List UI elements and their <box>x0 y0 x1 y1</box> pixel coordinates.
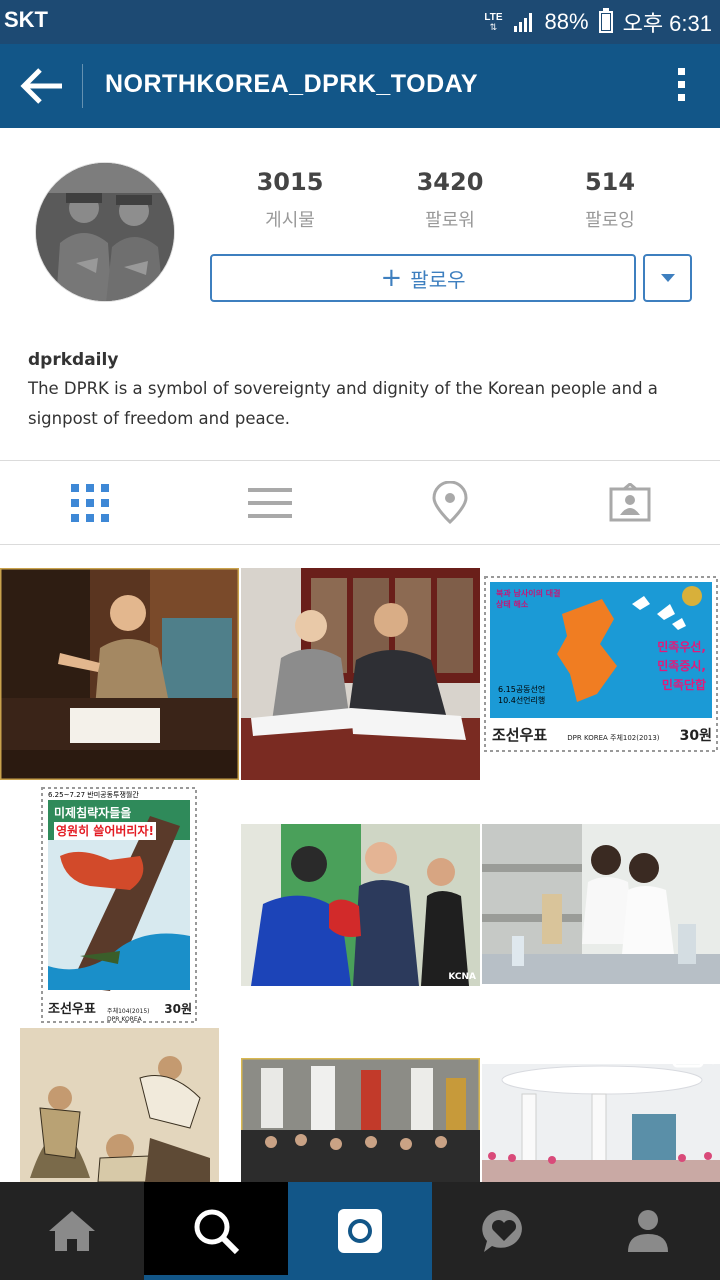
avatar[interactable] <box>35 162 175 302</box>
carrier-label: SKT <box>4 7 48 32</box>
clock: 오후 6:31 <box>622 11 712 36</box>
divider <box>0 544 720 545</box>
stat-value: 3015 <box>256 168 324 196</box>
stat-posts[interactable]: 3015 게시물 <box>210 168 370 232</box>
stat-label: 팔로잉 <box>585 210 635 231</box>
photo-thumbnail[interactable] <box>20 1028 219 1182</box>
profile-bio: dprkdaily The DPRK is a symbol of sovere… <box>28 350 708 434</box>
tab-location[interactable] <box>360 462 540 544</box>
grid-icon <box>71 484 109 522</box>
tab-grid[interactable] <box>0 462 180 544</box>
stat-label: 팔로워 <box>425 210 475 231</box>
nav-home[interactable] <box>0 1182 144 1280</box>
stamp-thumbnail-anti-us[interactable]: 6.25~7.27 반미공동투쟁월간 미제침략자들을 영원히 쓸어버리자! 조선… <box>40 786 198 1024</box>
chevron-down-icon <box>660 274 675 282</box>
stamp-slogan: 민족우선, 민족중시, 민족단합 <box>657 640 706 692</box>
stamp-thumbnail-reunification[interactable]: 북과 남사이의 대결상태 해소 민족우선, 민족중시, 민족단합 6.15공동선… <box>482 574 720 754</box>
profile-stats: 3015 게시물 3420 팔로워 514 팔로잉 <box>210 168 690 248</box>
stamp-dates: 6.15공동선언 10.4선언리행 <box>498 685 546 705</box>
stamp-footer: 조선우표 DPR KOREA 주체102(2013) 30원 <box>492 726 712 744</box>
list-icon <box>248 479 292 527</box>
suggestions-dropdown-button[interactable] <box>643 254 692 302</box>
stat-following[interactable]: 514 팔로잉 <box>530 168 690 232</box>
view-tabs <box>0 462 720 544</box>
stamp-slogan: 미제침략자들을 영원히 쓸어버리자! <box>54 806 156 840</box>
photo-thumbnail[interactable] <box>241 568 480 780</box>
photo-thumbnail[interactable] <box>0 568 239 780</box>
stat-label: 게시물 <box>265 210 315 231</box>
lte-icon: LTE ⇅ <box>484 11 503 32</box>
photo-thumbnail[interactable] <box>482 1064 720 1182</box>
heart-bubble-icon <box>482 1209 522 1252</box>
status-bar: SKT LTE ⇅ 88% 오후 6:31 <box>0 0 720 44</box>
home-icon <box>49 1211 95 1251</box>
tab-tagged[interactable] <box>540 462 720 544</box>
tab-list[interactable] <box>180 462 360 544</box>
location-pin-icon <box>432 481 468 525</box>
bottom-nav <box>0 1182 720 1280</box>
photo-thumbnail[interactable]: KCNA <box>241 824 480 986</box>
photo-thumbnail[interactable] <box>241 1058 480 1182</box>
page-title: NORTHKOREA_DPRK_TODAY <box>105 70 479 98</box>
stamp-top-text: 북과 남사이의 대결상태 해소 <box>496 589 561 609</box>
nav-profile[interactable] <box>576 1182 720 1280</box>
stamp-footer: 조선우표 주체104(2015) DPR KOREA 30원 <box>48 1002 192 1023</box>
appbar-divider <box>82 64 83 108</box>
divider <box>0 460 720 461</box>
nav-search[interactable] <box>144 1182 288 1280</box>
stat-value: 3420 <box>416 168 484 196</box>
video-camera-icon <box>672 1042 714 1068</box>
nav-activity[interactable] <box>432 1182 576 1280</box>
signal-icon <box>513 13 532 32</box>
profile-username: dprkdaily <box>28 350 119 370</box>
search-icon <box>194 1209 240 1255</box>
nav-camera[interactable] <box>288 1182 432 1280</box>
app-bar: NORTHKOREA_DPRK_TODAY <box>0 44 720 128</box>
follow-label: 팔로우 <box>410 267 466 292</box>
camera-icon <box>338 1209 382 1253</box>
kcna-watermark: KCNA <box>448 972 476 982</box>
battery-percent: 88% <box>544 9 589 34</box>
photo-thumbnail[interactable] <box>482 824 720 984</box>
battery-icon <box>598 8 613 33</box>
plus-icon: + <box>380 263 403 293</box>
photo-grid: 북과 남사이의 대결상태 해소 민족우선, 민족중시, 민족단합 6.15공동선… <box>0 546 720 1182</box>
person-icon <box>628 1210 668 1252</box>
stat-followers[interactable]: 3420 팔로워 <box>370 168 530 232</box>
stat-value: 514 <box>584 168 636 196</box>
bio-text: The DPRK is a symbol of sovereignty and … <box>28 379 658 428</box>
more-vert-icon[interactable] <box>676 68 686 108</box>
tagged-person-icon <box>609 483 651 522</box>
stamp-top-text: 6.25~7.27 반미공동투쟁월간 <box>48 791 139 799</box>
follow-button[interactable]: + 팔로우 <box>210 254 636 302</box>
arrow-left-icon[interactable] <box>20 66 64 106</box>
